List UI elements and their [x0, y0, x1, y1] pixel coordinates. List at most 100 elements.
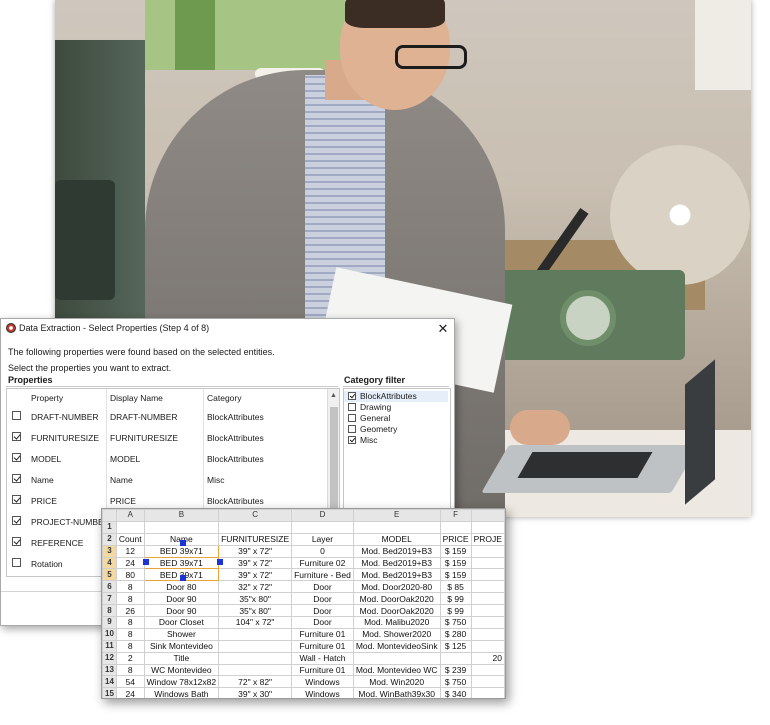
table-cell[interactable]: Furniture 01 [291, 663, 354, 677]
table-cell[interactable]: Windows [291, 687, 354, 698]
category-row[interactable]: Misc [344, 435, 448, 446]
table-cell[interactable]: BED 39x71 [143, 556, 220, 570]
category-row[interactable]: Drawing [344, 402, 448, 413]
table-cell[interactable]: 104" x 72" [218, 616, 293, 629]
table-cell[interactable]: 0 [291, 544, 354, 558]
column-header-category[interactable]: Category [207, 393, 242, 403]
table-cell[interactable]: Count [115, 532, 145, 546]
table-cell[interactable]: $ 280 [439, 627, 472, 641]
table-cell[interactable]: Mod. Malibu2020 [352, 616, 441, 629]
property-row[interactable]: MODEL MODEL BlockAttributes [7, 448, 327, 469]
property-checkbox[interactable] [12, 411, 21, 420]
table-cell[interactable]: 39" x 30" [218, 687, 293, 698]
category-checkbox[interactable] [348, 414, 356, 422]
row-number[interactable]: 2 [102, 532, 117, 546]
table-cell[interactable]: Mod. Win2020 [352, 675, 441, 689]
table-cell[interactable] [470, 675, 505, 689]
table-cell[interactable] [218, 639, 293, 653]
selection-grip-top[interactable] [180, 540, 186, 546]
property-checkbox[interactable] [12, 558, 21, 567]
column-header-property[interactable]: Property [31, 393, 63, 403]
table-cell[interactable]: 26 [115, 604, 145, 618]
table-cell[interactable]: Door [291, 616, 354, 629]
row-number[interactable]: 12 [102, 651, 117, 665]
row-number[interactable]: 5 [102, 568, 117, 582]
table-cell[interactable]: Door 90 [143, 592, 220, 606]
table-cell[interactable]: Door Closet [143, 616, 220, 629]
column-letter[interactable] [470, 509, 505, 522]
table-cell[interactable]: Layer [291, 532, 354, 546]
table-cell[interactable] [470, 627, 505, 641]
table-cell[interactable] [470, 580, 505, 594]
table-cell[interactable]: Door [291, 580, 354, 594]
table-cell[interactable] [470, 544, 505, 558]
table-cell[interactable]: $ 99 [439, 592, 472, 606]
table-cell[interactable]: Windows Bath [143, 687, 220, 698]
column-letter[interactable]: F [439, 509, 472, 522]
table-cell[interactable] [352, 520, 441, 534]
row-number[interactable]: 1 [102, 520, 117, 534]
table-cell[interactable]: $ 239 [439, 663, 472, 677]
table-cell[interactable]: Mod. Montevideo WC [352, 663, 441, 677]
table-cell[interactable]: Door [291, 592, 354, 606]
selection-grip-right[interactable] [217, 559, 223, 565]
table-cell[interactable]: 80 [115, 568, 145, 582]
column-letter[interactable]: C [218, 509, 293, 522]
column-letter[interactable]: A [115, 509, 145, 522]
row-number[interactable]: 9 [102, 616, 117, 629]
scroll-up-icon[interactable]: ▲ [330, 392, 337, 400]
category-row[interactable]: General [344, 413, 448, 424]
table-cell[interactable]: PROJE [470, 532, 505, 546]
table-cell[interactable]: 35"x 80" [218, 604, 293, 618]
category-row[interactable]: BlockAttributes [344, 391, 448, 402]
property-checkbox[interactable] [12, 474, 21, 483]
row-number[interactable]: 15 [102, 687, 117, 698]
property-checkbox[interactable] [12, 432, 21, 441]
table-cell[interactable]: WC Montevideo [143, 663, 220, 677]
table-cell[interactable]: MODEL [352, 532, 441, 546]
category-checkbox[interactable] [348, 425, 356, 433]
table-cell[interactable]: 20 [470, 651, 505, 665]
table-cell[interactable] [439, 651, 472, 665]
table-cell[interactable] [218, 651, 293, 665]
property-checkbox[interactable] [12, 495, 21, 504]
category-row[interactable]: Geometry [344, 424, 448, 435]
table-cell[interactable]: Mod. MontevideoSink [352, 639, 441, 653]
table-cell[interactable]: Furniture 01 [291, 627, 354, 641]
table-cell[interactable] [439, 520, 472, 534]
table-cell[interactable]: Mod. Bed2019+B3 [352, 556, 441, 570]
table-cell[interactable]: Mod. Bed2019+B3 [352, 568, 441, 582]
table-cell[interactable]: Mod. DoorOak2020 [352, 604, 441, 618]
table-cell[interactable]: 54 [115, 675, 145, 689]
table-cell[interactable]: 39" x 72" [218, 568, 293, 582]
table-cell[interactable]: $ 159 [439, 568, 472, 582]
table-cell[interactable]: 8 [115, 580, 145, 594]
close-icon[interactable]: ✕ [435, 321, 451, 337]
selection-grip-left[interactable] [143, 559, 149, 565]
property-row[interactable]: FURNITURESIZE FURNITURESIZE BlockAttribute… [7, 427, 327, 448]
table-cell[interactable]: Window 78x12x82 [143, 675, 220, 689]
table-cell[interactable]: 8 [115, 627, 145, 641]
table-cell[interactable]: 8 [115, 616, 145, 629]
selection-grip-bottom[interactable] [180, 575, 186, 581]
column-letter[interactable] [102, 509, 117, 522]
table-cell[interactable]: 8 [115, 663, 145, 677]
table-cell[interactable]: Mod. WinBath39x30 [352, 687, 441, 698]
table-cell[interactable] [470, 616, 505, 629]
table-cell[interactable]: Windows [291, 675, 354, 689]
table-cell[interactable]: 24 [115, 556, 145, 570]
table-cell[interactable] [470, 556, 505, 570]
row-number[interactable]: 4 [102, 556, 117, 570]
table-cell[interactable]: Sink Montevideo [143, 639, 220, 653]
table-cell[interactable]: 32" x 72" [218, 580, 293, 594]
table-cell[interactable]: $ 85 [439, 580, 472, 594]
table-cell[interactable] [115, 520, 145, 534]
table-cell[interactable] [470, 604, 505, 618]
table-cell[interactable]: 2 [115, 651, 145, 665]
column-letter[interactable]: E [352, 509, 441, 522]
column-letter[interactable]: D [291, 509, 354, 522]
table-cell[interactable]: $ 125 [439, 639, 472, 653]
table-cell[interactable] [470, 568, 505, 582]
row-number[interactable]: 3 [102, 544, 117, 558]
table-cell[interactable]: FURNITURESIZE [218, 532, 293, 546]
